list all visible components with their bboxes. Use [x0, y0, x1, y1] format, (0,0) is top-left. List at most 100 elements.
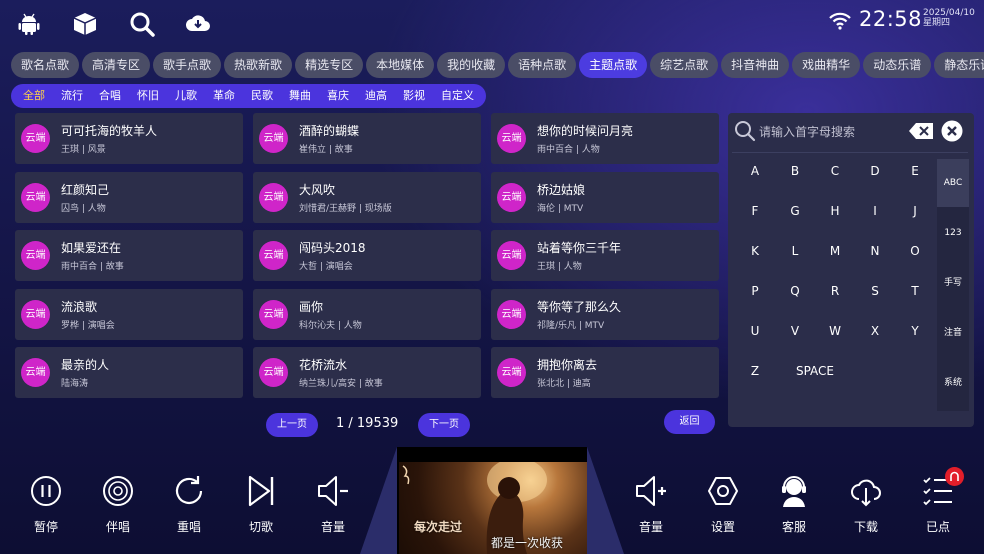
key-m[interactable]: M	[820, 240, 850, 262]
category-tab[interactable]: 歌手点歌	[153, 52, 222, 78]
key-q[interactable]: Q	[780, 280, 810, 302]
subcategory-tab[interactable]: 民歌	[243, 84, 281, 108]
key-i[interactable]: I	[860, 200, 890, 222]
song-card[interactable]: 云端 如果爱还在 雨中百合 | 故事	[15, 230, 243, 281]
category-tab[interactable]: 歌名点歌	[11, 52, 80, 78]
song-card[interactable]: 云端 等你等了那么久 祁隆/乐凡 | MTV	[491, 288, 719, 340]
volume-up-label: 音量	[638, 520, 663, 534]
next-page-button[interactable]: 下一页	[418, 413, 470, 437]
clear-icon[interactable]	[941, 120, 963, 142]
subcategory-tab[interactable]: 合唱	[91, 84, 129, 108]
video-frame[interactable]: 每次走过 都是一次收获	[399, 462, 587, 554]
category-tab[interactable]: 抖音神曲	[721, 52, 790, 78]
subcategory-tab[interactable]: 流行	[53, 84, 91, 108]
song-card[interactable]: 云端 站着等你三千年 王琪 | 人物	[491, 230, 719, 281]
category-tab[interactable]: 本地媒体	[366, 52, 435, 78]
input-mode-tab[interactable]: ABC	[937, 159, 969, 207]
disc-icon	[103, 476, 133, 506]
category-tab[interactable]: 语种点歌	[508, 52, 577, 78]
cloud-badge: 云端	[21, 299, 50, 329]
key-w[interactable]: W	[820, 320, 850, 342]
song-card[interactable]: 云端 可可托海的牧羊人 王琪 | 风景	[15, 113, 243, 164]
service-button[interactable]: 客服	[766, 474, 822, 540]
key-a[interactable]: A	[740, 160, 770, 182]
key-z[interactable]: Z	[740, 360, 770, 382]
search-icon[interactable]	[129, 11, 155, 37]
cloud-badge: 云端	[21, 182, 50, 212]
back-button[interactable]: 返回	[664, 410, 715, 434]
subcategory-tab[interactable]: 喜庆	[319, 84, 357, 108]
key-j[interactable]: J	[900, 200, 930, 222]
backspace-icon[interactable]	[908, 122, 934, 140]
input-mode-tab[interactable]: 注音	[937, 309, 969, 357]
song-card[interactable]: 云端 闯码头2018 大哲 | 演唱会	[253, 230, 481, 281]
category-tab[interactable]: 综艺点歌	[650, 52, 719, 78]
accompaniment-button[interactable]: 伴唱	[90, 474, 146, 540]
category-tab[interactable]: 静态乐谱	[934, 52, 984, 78]
android-icon[interactable]	[16, 11, 42, 37]
key-l[interactable]: L	[780, 240, 810, 262]
subcategory-tab[interactable]: 革命	[205, 84, 243, 108]
category-tab[interactable]: 精选专区	[295, 52, 364, 78]
song-card[interactable]: 云端 花桥流水 纳兰珠儿/高安 | 故事	[253, 347, 481, 398]
skip-button[interactable]: 切歌	[233, 474, 289, 540]
song-card[interactable]: 云端 红颜知己 囚鸟 | 人物	[15, 171, 243, 223]
pause-button[interactable]: 暂停	[18, 474, 74, 540]
key-v[interactable]: V	[780, 320, 810, 342]
volume-up-button[interactable]: 音量	[623, 474, 679, 540]
input-mode-tab[interactable]: 手写	[937, 259, 969, 307]
song-card[interactable]: 云端 大风吹 刘惜君/王赫野 | 现场版	[253, 171, 481, 223]
subcategory-tab[interactable]: 怀旧	[129, 84, 167, 108]
key-r[interactable]: R	[820, 280, 850, 302]
input-mode-tab[interactable]: 系统	[937, 359, 969, 407]
key-space[interactable]: SPACE	[790, 360, 840, 382]
subcategory-tab[interactable]: 迪高	[357, 84, 395, 108]
category-tab[interactable]: 热歌新歌	[224, 52, 293, 78]
song-card[interactable]: 云端 拥抱你离去 张北北 | 迪高	[491, 347, 719, 398]
song-card[interactable]: 云端 酒醉的蝴蝶 崔伟立 | 故事	[253, 113, 481, 164]
category-tab[interactable]: 高清专区	[82, 52, 151, 78]
key-e[interactable]: E	[900, 160, 930, 182]
volume-down-label: 音量	[320, 520, 345, 534]
cloud-download-icon[interactable]	[185, 11, 211, 37]
key-p[interactable]: P	[740, 280, 770, 302]
song-card[interactable]: 云端 画你 科尔沁夫 | 人物	[253, 288, 481, 340]
key-k[interactable]: K	[740, 240, 770, 262]
prev-page-button[interactable]: 上一页	[266, 413, 318, 437]
volume-down-button[interactable]: 音量	[305, 474, 361, 540]
category-tab[interactable]: 我的收藏	[437, 52, 506, 78]
key-d[interactable]: D	[860, 160, 890, 182]
key-g[interactable]: G	[780, 200, 810, 222]
replay-label: 重唱	[176, 520, 201, 534]
key-b[interactable]: B	[780, 160, 810, 182]
category-tab[interactable]: 戏曲精华	[792, 52, 861, 78]
category-tab[interactable]: 动态乐谱	[863, 52, 932, 78]
key-u[interactable]: U	[740, 320, 770, 342]
key-y[interactable]: Y	[900, 320, 930, 342]
song-card[interactable]: 云端 桥边姑娘 海伦 | MTV	[491, 171, 719, 223]
key-x[interactable]: X	[860, 320, 890, 342]
download-button[interactable]: 下载	[838, 474, 894, 540]
song-card[interactable]: 云端 最亲的人 陆海涛	[15, 347, 243, 398]
category-tab[interactable]: 主题点歌	[579, 52, 648, 78]
key-c[interactable]: C	[820, 160, 850, 182]
volume-down-icon	[318, 476, 348, 506]
key-n[interactable]: N	[860, 240, 890, 262]
replay-button[interactable]: 重唱	[161, 474, 217, 540]
key-o[interactable]: O	[900, 240, 930, 262]
subcategory-tab[interactable]: 自定义	[433, 84, 482, 108]
input-mode-tab[interactable]: 123	[937, 209, 969, 257]
settings-button[interactable]: 设置	[695, 474, 751, 540]
key-h[interactable]: H	[820, 200, 850, 222]
subcategory-tab[interactable]: 舞曲	[281, 84, 319, 108]
box-icon[interactable]	[72, 11, 98, 37]
key-f[interactable]: F	[740, 200, 770, 222]
song-card[interactable]: 云端 想你的时候问月亮 雨中百合 | 人物	[491, 113, 719, 164]
key-s[interactable]: S	[860, 280, 890, 302]
skip-next-icon	[248, 475, 274, 507]
subcategory-tab[interactable]: 儿歌	[167, 84, 205, 108]
subcategory-tab[interactable]: 全部	[15, 84, 53, 108]
key-t[interactable]: T	[900, 280, 930, 302]
song-card[interactable]: 云端 流浪歌 罗桦 | 演唱会	[15, 288, 243, 340]
subcategory-tab[interactable]: 影视	[395, 84, 433, 108]
